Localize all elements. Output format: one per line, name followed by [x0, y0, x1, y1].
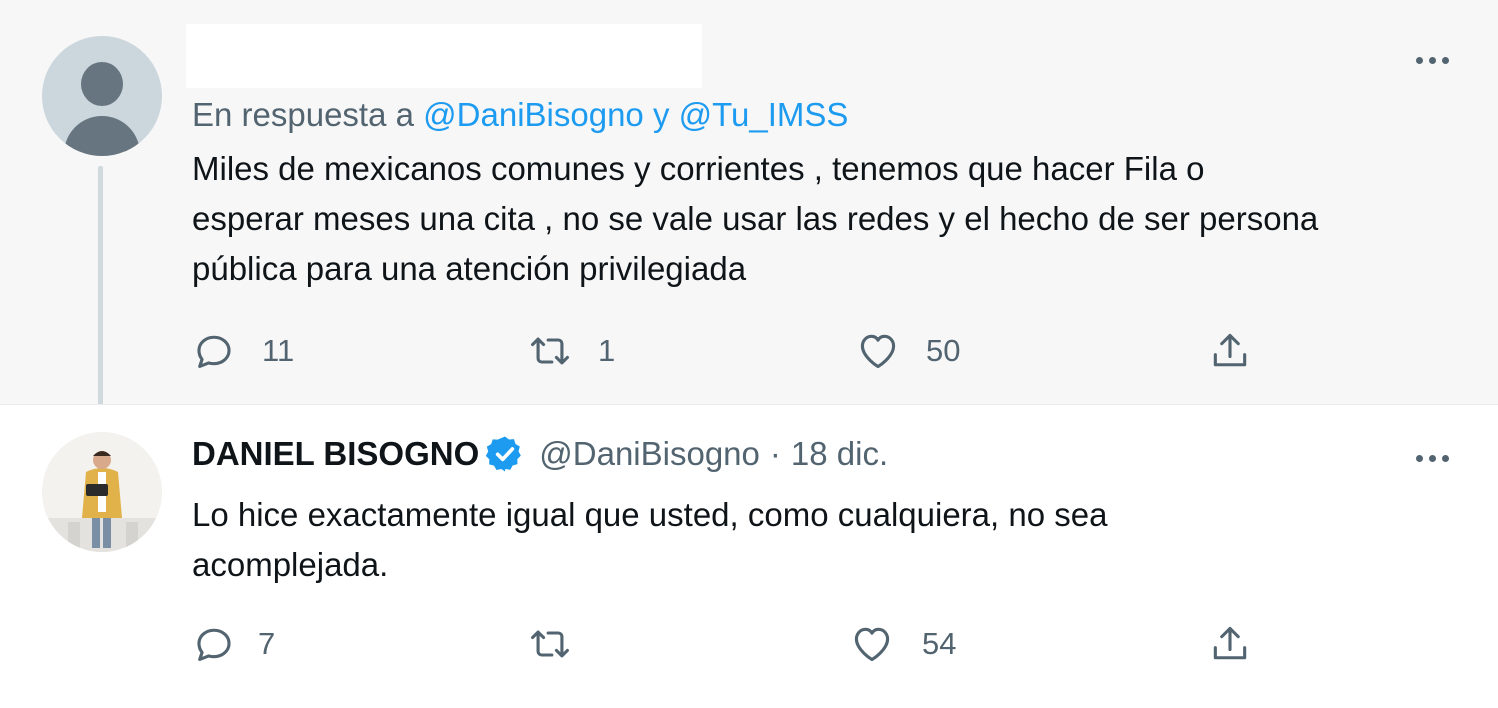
reply-bubble-icon — [197, 628, 231, 661]
separator-dot: · — [769, 435, 781, 472]
user-avatar-photo[interactable] — [42, 432, 162, 552]
avatar-portrait-image — [42, 432, 162, 552]
reply-button[interactable]: 7 — [192, 619, 275, 669]
redacted-author-name — [186, 24, 702, 88]
retweet-count: 1 — [598, 333, 616, 368]
heart-icon — [854, 627, 890, 662]
like-button[interactable]: 54 — [850, 619, 956, 669]
share-button[interactable] — [1208, 326, 1252, 376]
thread-connector-line — [98, 166, 103, 420]
retweet-button[interactable]: 1 — [528, 326, 615, 376]
retweet-arrows-icon — [531, 630, 569, 658]
more-options-icon[interactable] — [1416, 453, 1450, 463]
like-button[interactable]: 50 — [856, 326, 960, 376]
tweet-actions: 7 54 — [0, 619, 1498, 669]
reply-conjunction: y — [652, 96, 670, 133]
reply-user-link-tu-imss[interactable]: @Tu_IMSS — [679, 96, 849, 133]
reply-count: 11 — [262, 333, 295, 368]
share-upload-icon — [1213, 626, 1247, 660]
share-button[interactable] — [1208, 619, 1252, 669]
tweet-text-line: Lo hice exactamente igual que usted, com… — [192, 496, 1108, 533]
reply-count: 7 — [258, 626, 276, 661]
reply-bubble-icon — [197, 335, 231, 368]
like-count: 54 — [922, 626, 957, 661]
tweet-text: Lo hice exactamente igual que usted, com… — [192, 490, 1107, 590]
retweet-arrows-icon — [531, 337, 569, 365]
tweet-reply-1[interactable]: En respuesta a @DaniBisogno y @Tu_IMSS M… — [0, 0, 1498, 404]
default-avatar-icon[interactable] — [42, 36, 162, 156]
tweet-text-line: pública para una atención privilegiada — [192, 250, 747, 287]
reply-user-link-danibisogno[interactable]: @DaniBisogno — [423, 96, 644, 133]
reply-prefix: En respuesta a — [192, 96, 414, 133]
tweet-text-line: esperar meses una cita , no se vale usar… — [192, 200, 1319, 237]
display-name[interactable]: DANIEL BISOGNO — [192, 435, 479, 473]
tweet-text-line: Miles de mexicanos comunes y corrientes … — [192, 150, 1205, 187]
tweet-actions: 11 1 50 — [0, 326, 1498, 376]
tweet-header: DANIEL BISOGNO @DaniBisogno · 18 dic. — [192, 434, 888, 474]
retweet-button[interactable] — [528, 619, 598, 669]
user-handle[interactable]: @DaniBisogno — [539, 435, 760, 473]
tweet-text: Miles de mexicanos comunes y corrientes … — [192, 144, 1318, 294]
verified-badge-icon — [486, 436, 522, 472]
reply-button[interactable]: 11 — [192, 326, 294, 376]
share-upload-icon — [1213, 333, 1247, 367]
heart-icon — [860, 334, 896, 369]
tweet-date[interactable]: 18 dic. — [791, 435, 888, 473]
tweet-text-line: acomplejada. — [192, 546, 389, 583]
reply-context: En respuesta a @DaniBisogno y @Tu_IMSS — [192, 96, 848, 134]
more-options-icon[interactable] — [1416, 55, 1450, 65]
like-count: 50 — [926, 333, 961, 368]
